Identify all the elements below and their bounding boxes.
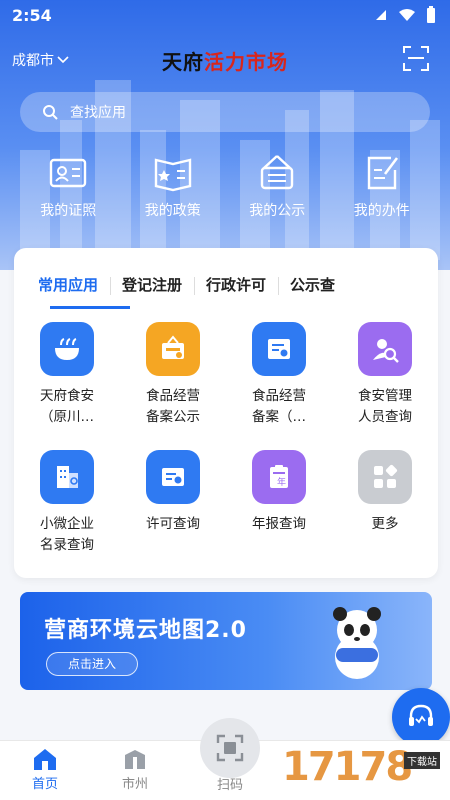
scan-icon[interactable] xyxy=(402,44,430,72)
building-search-icon xyxy=(40,450,94,504)
quick-actions: 我的证照 我的政策 我的公示 我的办件 xyxy=(0,152,450,232)
customer-service-button[interactable] xyxy=(392,688,450,746)
app-title: 天府活力市场 xyxy=(0,46,450,75)
banner-title: 营商环境云地图2.0 xyxy=(44,618,247,643)
category-tabs: 常用应用 登记注册 行政许可 公示查 xyxy=(14,274,438,308)
app-label-line1: 许可查询 xyxy=(146,516,200,532)
watermark-text: 17178 xyxy=(282,744,413,790)
business-map-banner[interactable]: 营商环境云地图2.0 点击进入 xyxy=(20,592,432,690)
tab-label: 公示查 xyxy=(290,276,336,294)
task-edit-icon xyxy=(367,156,398,190)
tab-public-query[interactable]: 公示查 xyxy=(278,274,347,308)
status-bar: 2:54 xyxy=(0,0,450,30)
id-card-icon xyxy=(50,158,87,188)
notice-board-icon xyxy=(261,155,294,190)
search-icon xyxy=(43,105,58,120)
app-title-black: 天府 xyxy=(162,50,204,74)
app-label-line1: 食安管理 xyxy=(358,388,412,404)
license-icon xyxy=(146,450,200,504)
center-scan-button[interactable] xyxy=(200,718,260,778)
quick-label: 我的政策 xyxy=(144,203,201,219)
app-label-line1: 食品经营 xyxy=(146,388,200,404)
app-title-red: 活力市场 xyxy=(204,50,288,74)
tab-home[interactable]: 首页 xyxy=(0,741,90,800)
apps-card: 常用应用 登记注册 行政许可 公示查 天府食安 （原川… 食品经营备案公示 食品经… xyxy=(14,248,438,578)
policy-book-icon xyxy=(154,158,191,192)
quick-my-policy[interactable]: 我的政策 xyxy=(133,152,213,232)
scan-icon xyxy=(216,734,244,762)
search-placeholder: 查找应用 xyxy=(70,105,126,121)
certificate-sign-icon xyxy=(146,322,200,376)
search-bar[interactable]: 查找应用 xyxy=(20,92,430,132)
signal-icon xyxy=(376,10,386,20)
tab-registration[interactable]: 登记注册 xyxy=(110,274,196,308)
user-search-icon xyxy=(358,322,412,376)
region-icon xyxy=(125,750,145,769)
tab-label: 行政许可 xyxy=(206,276,267,294)
tab-region[interactable]: 市州 xyxy=(90,741,180,800)
banner-enter-button[interactable]: 点击进入 xyxy=(46,652,138,676)
app-food-filing[interactable]: 食品经营备案（… xyxy=(226,320,332,440)
quick-label: 我的证照 xyxy=(40,203,97,219)
quick-my-license[interactable]: 我的证照 xyxy=(28,152,108,232)
app-label-line1: 年报查询 xyxy=(252,516,306,532)
panda-mascot-icon xyxy=(333,607,381,679)
app-label-line1: 更多 xyxy=(371,516,399,532)
wifi-icon xyxy=(399,9,415,21)
status-time: 2:54 xyxy=(12,6,52,25)
annual-glyph: 年 xyxy=(277,476,286,488)
quick-my-notice[interactable]: 我的公示 xyxy=(237,152,317,232)
app-annual-report-query[interactable]: 年 年报查询 xyxy=(226,448,332,568)
app-tianfu-food-safety[interactable]: 天府食安 （原川… xyxy=(14,320,120,440)
app-food-filing-notice[interactable]: 食品经营 备案公示 xyxy=(120,320,226,440)
battery-icon xyxy=(427,6,435,23)
app-label-line2: 名录查询 xyxy=(40,537,94,553)
quick-my-tasks[interactable]: 我的办件 xyxy=(342,152,422,232)
app-more[interactable]: 更多 xyxy=(332,448,438,568)
app-license-query[interactable]: 许可查询 xyxy=(120,448,226,568)
more-grid-icon xyxy=(358,450,412,504)
app-label-line2: 备案（… xyxy=(252,409,306,425)
food-bowl-icon xyxy=(40,322,94,376)
tab-label: 常用应用 xyxy=(38,276,99,294)
app-label-line2: 备案公示 xyxy=(146,409,200,425)
app-label-line1: 食品经营 xyxy=(252,388,306,404)
tab-common-apps[interactable]: 常用应用 xyxy=(26,274,112,308)
app-label-line1: 小微企业 xyxy=(40,516,94,532)
home-icon xyxy=(34,749,56,770)
top-header: 成都市 天府活力市场 xyxy=(0,38,450,82)
quick-label: 我的办件 xyxy=(353,203,410,219)
headset-icon xyxy=(409,704,433,726)
app-small-business-query[interactable]: 小微企业 名录查询 xyxy=(14,448,120,568)
tab-label: 登记注册 xyxy=(122,276,183,294)
app-label-line1: 天府食安 xyxy=(40,388,94,404)
tab-label: 市州 xyxy=(121,777,148,792)
annual-report-icon: 年 xyxy=(252,450,306,504)
active-tab-indicator xyxy=(50,306,130,309)
quick-label: 我的公示 xyxy=(249,203,306,219)
tab-label: 首页 xyxy=(31,777,58,792)
app-label-line2: （原川… xyxy=(40,409,94,425)
tab-admin-license[interactable]: 行政许可 xyxy=(194,274,280,308)
app-grid: 天府食安 （原川… 食品经营备案公示 食品经营备案（… 食安管理人员查询 小微企业… xyxy=(14,320,438,568)
scan-label: 扫码 xyxy=(216,778,243,793)
app-food-safety-staff-query[interactable]: 食安管理 人员查询 xyxy=(332,320,438,440)
app-label-line2: 人员查询 xyxy=(358,409,412,425)
document-seal-icon xyxy=(252,322,306,376)
watermark-tag: 下载站 xyxy=(404,752,440,769)
